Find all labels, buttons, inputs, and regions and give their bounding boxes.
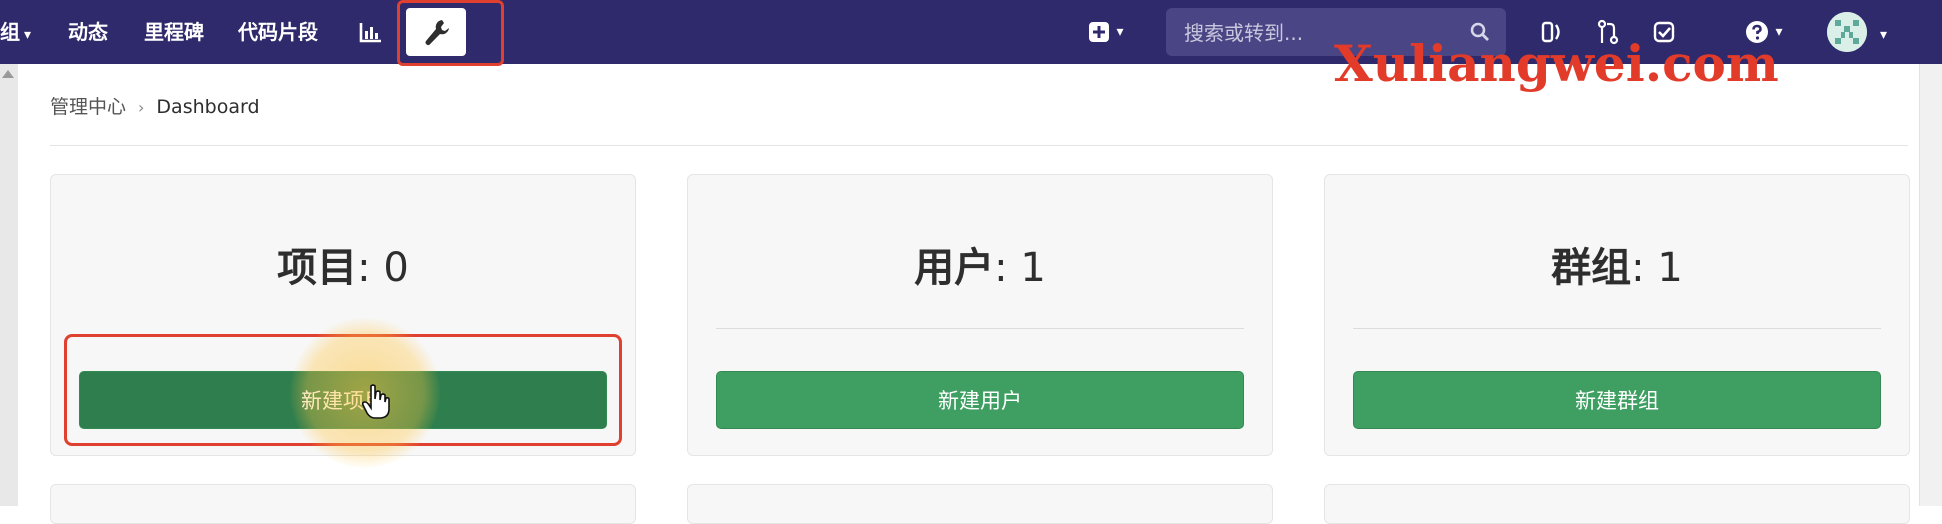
users-card: 用户: 1 新建用户 bbox=[687, 174, 1273, 456]
vertical-scrollbar[interactable] bbox=[1919, 64, 1942, 506]
nav-activity[interactable]: 动态 bbox=[68, 0, 108, 64]
card-row2-2 bbox=[687, 484, 1273, 524]
plus-square-icon bbox=[1089, 22, 1110, 42]
groups-card: 群组: 1 新建群组 bbox=[1324, 174, 1910, 456]
breadcrumb-current: Dashboard bbox=[156, 96, 260, 118]
chevron-right-icon: › bbox=[138, 98, 145, 117]
chevron-down-icon: ▾ bbox=[24, 27, 32, 43]
bar-chart-icon bbox=[359, 23, 381, 43]
breadcrumb: 管理中心 › Dashboard bbox=[50, 92, 260, 122]
admin-area-button[interactable] bbox=[406, 8, 466, 56]
chevron-down-icon: ▾ bbox=[1880, 27, 1888, 43]
nav-milestones[interactable]: 里程碑 bbox=[144, 0, 204, 64]
scroll-up-arrow-icon[interactable] bbox=[2, 70, 14, 78]
users-stat-count: : 1 bbox=[994, 245, 1046, 291]
card-row2-3 bbox=[1324, 484, 1910, 524]
hand-cursor-icon bbox=[362, 384, 390, 419]
nav-projects-partial[interactable]: 组 ▾ bbox=[0, 0, 31, 64]
card-row2-1 bbox=[50, 484, 636, 524]
groups-stat: 群组: 1 bbox=[1325, 235, 1909, 293]
users-card-divider bbox=[716, 328, 1244, 329]
user-menu-chevron[interactable]: ▾ bbox=[1876, 0, 1887, 64]
avatar-identicon bbox=[1827, 12, 1867, 52]
projects-stat: 项目: 0 bbox=[51, 235, 635, 293]
left-sidebar-edge bbox=[0, 64, 18, 506]
header-divider bbox=[50, 145, 1908, 146]
groups-stat-count: : 1 bbox=[1631, 245, 1683, 291]
projects-stat-count: : 0 bbox=[357, 245, 409, 291]
nav-snippets[interactable]: 代码片段 bbox=[238, 0, 318, 64]
new-user-button[interactable]: 新建用户 bbox=[716, 371, 1244, 429]
wrench-icon bbox=[425, 20, 449, 46]
new-group-button[interactable]: 新建群组 bbox=[1353, 371, 1881, 429]
breadcrumb-admin-area[interactable]: 管理中心 bbox=[50, 96, 126, 118]
analytics-button[interactable] bbox=[356, 0, 386, 64]
groups-card-divider bbox=[1353, 328, 1881, 329]
avatar[interactable] bbox=[1827, 12, 1867, 52]
chevron-down-icon: ▾ bbox=[1116, 24, 1124, 40]
watermark: Xuliangwei.com bbox=[1334, 34, 1779, 93]
projects-stat-label: 项目 bbox=[277, 245, 358, 291]
new-dropdown-button[interactable]: ▾ bbox=[1082, 0, 1130, 64]
groups-stat-label: 群组 bbox=[1551, 245, 1632, 291]
users-stat-label: 用户 bbox=[914, 245, 995, 291]
nav-projects-partial-label: 组 bbox=[0, 20, 20, 44]
users-stat: 用户: 1 bbox=[688, 235, 1272, 293]
